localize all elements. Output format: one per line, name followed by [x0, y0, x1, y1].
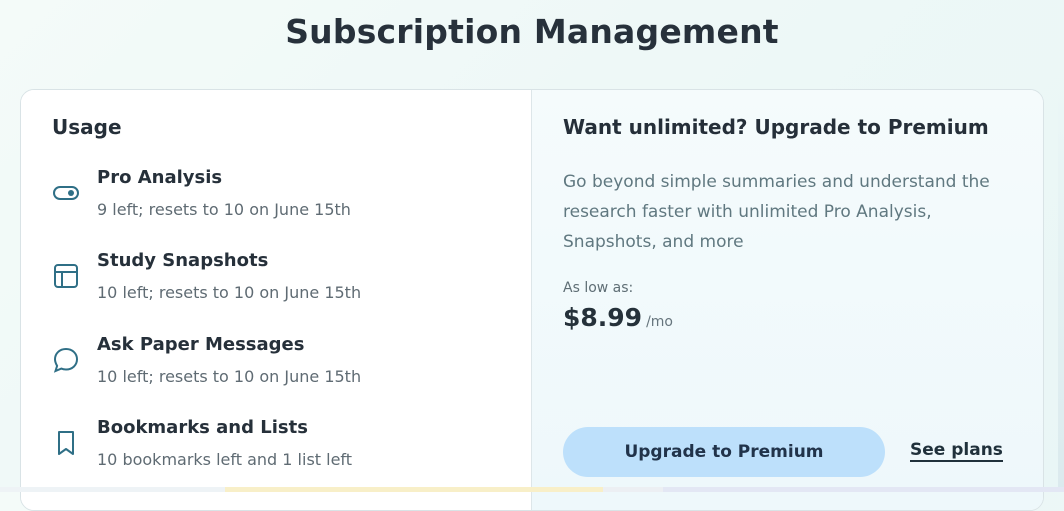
usage-item-name: Ask Paper Messages [97, 334, 305, 355]
premium-description: Go beyond simple summaries and understan… [563, 172, 990, 252]
strip-segment [663, 487, 1064, 492]
premium-title: Want unlimited? Upgrade to Premium [563, 115, 989, 139]
usage-item-status: 10 left; resets to 10 on June 15th [97, 367, 362, 386]
strip-segment [603, 487, 663, 492]
usage-panel: Usage Pro Analysis 9 left; resets to 10 … [21, 90, 531, 510]
page-title: Subscription Management [285, 12, 779, 51]
usage-item-name: Bookmarks and Lists [97, 417, 308, 438]
toggle-icon [52, 179, 80, 207]
bookmark-icon [52, 429, 80, 457]
usage-item-status: 9 left; resets to 10 on June 15th [97, 200, 351, 219]
scroll-edge-shadow [1058, 89, 1064, 487]
usage-item-name: Pro Analysis [97, 167, 223, 188]
subscription-card: Usage Pro Analysis 9 left; resets to 10 … [20, 89, 1044, 511]
premium-panel: Want unlimited? Upgrade to Premium Go be… [531, 90, 1043, 510]
price-amount: $8.99 [563, 303, 643, 332]
usage-item-pro-analysis: Pro Analysis 9 left; resets to 10 on Jun… [52, 167, 512, 227]
price-label: As low as: [563, 280, 634, 296]
usage-item-bookmarks-lists: Bookmarks and Lists 10 bookmarks left an… [52, 417, 512, 477]
strip-segment [0, 487, 225, 492]
usage-item-name: Study Snapshots [97, 250, 269, 271]
chat-bubble-icon [52, 346, 80, 374]
usage-heading: Usage [52, 115, 122, 139]
upgrade-to-premium-button[interactable]: Upgrade to Premium [563, 427, 885, 477]
table-icon [52, 262, 80, 290]
price-unit: /mo [646, 314, 673, 330]
see-plans-link[interactable]: See plans [910, 440, 1003, 462]
price-row: $8.99/mo [563, 303, 673, 332]
usage-item-status: 10 bookmarks left and 1 list left [97, 450, 353, 469]
usage-item-ask-paper-messages: Ask Paper Messages 10 left; resets to 10… [52, 334, 512, 394]
bottom-content-strip [0, 487, 1064, 492]
strip-segment [225, 487, 603, 492]
usage-item-status: 10 left; resets to 10 on June 15th [97, 283, 362, 302]
usage-item-study-snapshots: Study Snapshots 10 left; resets to 10 on… [52, 250, 512, 310]
